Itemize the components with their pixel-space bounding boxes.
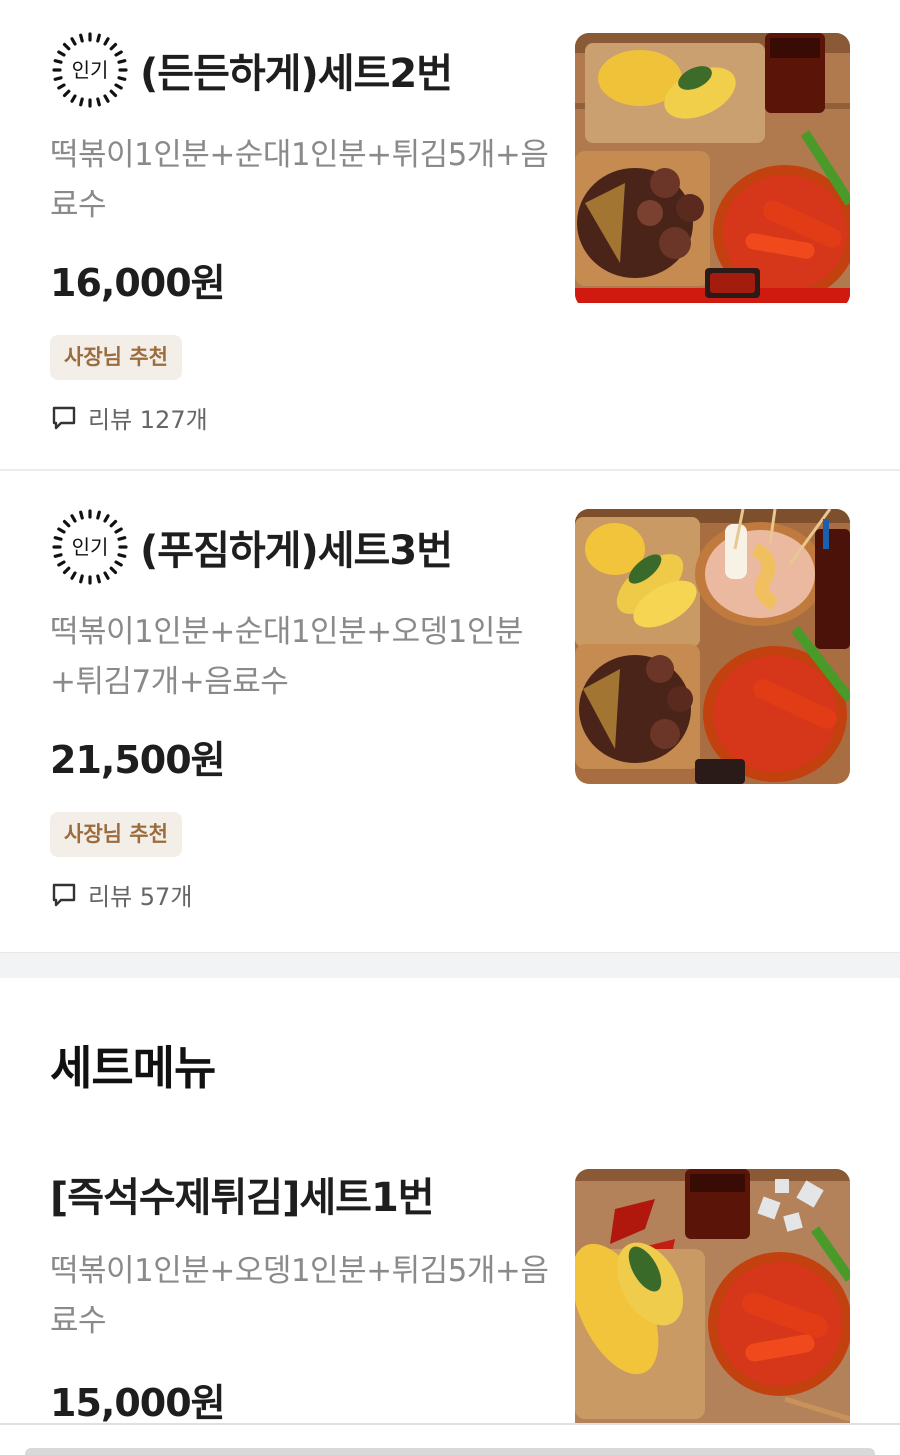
item-title: (푸짐하게)세트3번 xyxy=(140,528,453,574)
food-photo-image xyxy=(575,33,850,303)
section-gap xyxy=(0,952,900,978)
owner-recommend-badge: 사장님 추천 xyxy=(50,812,182,857)
item-title: [즉석수제튀김]세트1번 xyxy=(50,1175,435,1221)
review-count: 리뷰 127개 xyxy=(50,400,550,435)
food-photo-image xyxy=(575,509,850,784)
bottom-divider xyxy=(0,1423,900,1425)
title-row: 인기 (푸짐하게)세트3번 xyxy=(50,507,550,587)
menu-item-set1[interactable]: [즉석수제튀김]세트1번 떡볶이1인분+오뎅1인분+튀김5개+음료수 15,00… xyxy=(0,1150,900,1425)
owner-recommend-badge: 사장님 추천 xyxy=(50,335,182,380)
item-price: 15,000원 xyxy=(50,1381,226,1425)
menu-item-photo[interactable] xyxy=(575,509,850,784)
bottom-sheet-handle[interactable] xyxy=(25,1448,875,1455)
food-photo-image xyxy=(575,1169,850,1423)
menu-item-photo[interactable] xyxy=(575,33,850,308)
item-description: 떡볶이1인분+순대1인분+오뎅1인분+튀김7개+음료수 xyxy=(50,614,523,700)
menu-item-text: 인기 (든든하게)세트2번 떡볶이1인분+순대1인분+튀김5개+음료수 16,0… xyxy=(50,30,550,435)
popular-badge-icon: 인기 xyxy=(50,507,130,587)
section-title: 세트메뉴 xyxy=(50,1041,216,1095)
review-count-label: 리뷰 127개 xyxy=(88,406,208,434)
menu-item-photo[interactable] xyxy=(575,1169,850,1423)
item-description: 떡볶이1인분+오뎅1인분+튀김5개+음료수 xyxy=(50,1253,549,1339)
item-description: 떡볶이1인분+순대1인분+튀김5개+음료수 xyxy=(50,137,549,223)
speech-bubble-icon xyxy=(52,406,76,429)
popular-badge-label: 인기 xyxy=(71,58,109,82)
menu-item-text: 인기 (푸짐하게)세트3번 떡볶이1인분+순대1인분+오뎅1인분+튀김7개+음료… xyxy=(50,507,550,912)
speech-bubble-icon xyxy=(52,883,76,906)
review-count: 리뷰 57개 xyxy=(50,877,550,912)
menu-item-set2[interactable]: 인기 (든든하게)세트2번 떡볶이1인분+순대1인분+튀김5개+음료수 16,0… xyxy=(0,0,900,470)
menu-item-set3[interactable]: 인기 (푸짐하게)세트3번 떡볶이1인분+순대1인분+오뎅1인분+튀김7개+음료… xyxy=(0,471,900,952)
item-price: 21,500원 xyxy=(50,738,226,782)
item-price: 16,000원 xyxy=(50,261,226,305)
popular-badge-label: 인기 xyxy=(71,535,109,559)
review-count-label: 리뷰 57개 xyxy=(88,883,193,911)
item-title: (든든하게)세트2번 xyxy=(140,51,453,97)
title-row: 인기 (든든하게)세트2번 xyxy=(50,30,550,110)
menu-item-text: [즉석수제튀김]세트1번 떡볶이1인분+오뎅1인분+튀김5개+음료수 15,00… xyxy=(50,1172,550,1427)
popular-badge-icon: 인기 xyxy=(50,30,130,110)
